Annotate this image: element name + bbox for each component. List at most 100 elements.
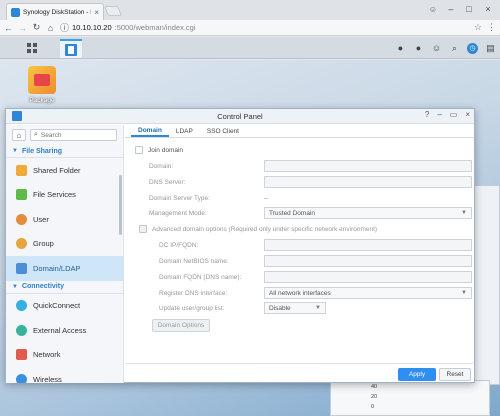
globe-icon [16,324,27,336]
search-input[interactable] [40,131,101,139]
desktop-icon-label: Package [29,97,55,104]
home-button[interactable]: ⌂ [12,129,26,141]
user-profile-icon[interactable]: ☺ [424,1,442,17]
sidebar-section-label: File Sharing [21,147,63,155]
back-icon[interactable]: ← [4,23,13,33]
control-panel-window: Control Panel ? – ▭ × ⌂ ⌕ ▼ File Sharing… [5,108,475,383]
fqdn-row: Domain FQDN (DNS name): [125,270,474,284]
chevron-down-icon: ▼ [461,210,467,216]
sidebar-item-shared-folder[interactable]: Shared Folder [6,158,123,183]
reload-icon[interactable]: ↻ [32,22,41,33]
fqdn-label: Domain FQDN (DNS name): [159,273,242,281]
window-title: Control Panel [217,111,263,121]
update-list-label: Update user/group list: [159,304,225,312]
close-icon[interactable]: × [465,110,470,119]
chevron-down-icon: ▼ [12,283,18,290]
sidebar-scrollbar[interactable] [119,175,122,235]
sidebar-item-domain-ldap[interactable]: Domain/LDAP [6,256,123,281]
sidebar-item-user[interactable]: User [6,207,123,232]
server-type-label: Domain Server Type: [149,194,210,202]
package-center-shortcut[interactable]: Package [22,66,62,104]
control-panel-icon [12,111,22,121]
dc-ip-label: DC IP/FQDN: [159,241,199,249]
user-icon[interactable]: ☺ [431,43,442,54]
page-info-icon[interactable]: ⓘ [60,21,69,34]
browser-menu-icon[interactable]: ⋮ [487,22,496,33]
widgets-icon[interactable]: ◷ [467,42,478,54]
netbios-input[interactable] [264,255,472,267]
management-mode-select[interactable]: Trusted Domain ▼ [264,207,472,219]
server-type-value: -- [264,194,269,202]
search-icon[interactable]: ⌕ [449,43,460,54]
apply-button[interactable]: Apply [398,368,436,381]
join-domain-label: Join domain [148,146,184,154]
new-tab-button[interactable] [104,6,122,16]
sidebar-item-label: User [33,214,49,224]
sidebar-item-label: Group [33,239,54,249]
url-field[interactable]: ⓘ 10.10.10.20:5000/webman/index.cgi [60,22,469,34]
home-icon: ⌂ [16,130,22,140]
tab-ldap[interactable]: LDAP [169,125,200,137]
chat-icon[interactable]: ● [395,43,406,54]
main-menu-button[interactable] [22,40,42,56]
control-panel-icon [65,43,77,56]
sidebar-item-external-access[interactable]: External Access [6,318,123,343]
advanced-options-row: Advanced domain options (Required only u… [139,222,488,236]
options-icon[interactable]: ▤ [485,43,496,54]
dns-server-input[interactable] [264,176,472,188]
chevron-down-icon: ▼ [12,148,18,154]
maximize-icon[interactable]: □ [460,1,478,17]
management-mode-value: Trusted Domain [269,209,315,217]
join-domain-checkbox[interactable] [135,146,143,154]
domain-input[interactable] [264,160,472,172]
bookmark-star-icon[interactable]: ☆ [474,22,482,33]
netbios-label: Domain NetBIOS name: [159,257,229,265]
dns-server-label: DNS Server: [149,178,186,186]
group-icon [16,238,27,250]
minimize-icon[interactable]: – [437,110,441,119]
sidebar-section-connectivity[interactable]: ▼ Connectivity [6,281,123,294]
domain-options-button[interactable]: Domain Options [152,319,210,332]
update-list-row: Update user/group list: Disable ▼ [125,301,474,315]
widget-axis-label: 40 [371,384,378,390]
sidebar-item-label: QuickConnect [33,301,81,311]
fqdn-input[interactable] [264,271,472,283]
maximize-icon[interactable]: ▭ [450,110,458,119]
sidebar-section-label: Connectivity [21,283,64,290]
register-dns-select[interactable]: All network interfaces ▼ [264,287,472,299]
update-list-value: Disable [269,304,291,312]
advanced-options-checkbox[interactable] [139,225,147,233]
dsm-taskbar: ● ● ☺ ⌕ ◷ ▤ [0,37,500,59]
close-window-icon[interactable]: × [478,1,498,17]
browser-tab[interactable]: Synology DiskStation - DS × [6,3,104,20]
system-tray: ● ● ☺ ⌕ ◷ ▤ [395,40,496,56]
window-titlebar[interactable]: Control Panel ? – ▭ × [6,109,474,124]
update-list-select[interactable]: Disable ▼ [264,302,326,314]
help-icon[interactable]: ? [425,110,429,119]
management-mode-row: Management Mode: Trusted Domain ▼ [125,206,474,220]
sidebar-item-wireless[interactable]: Wireless [6,367,123,383]
tab-sso-client[interactable]: SSO Client [200,125,246,137]
sidebar-item-file-services[interactable]: File Services [6,183,123,208]
package-center-icon [28,66,56,94]
sidebar-item-network[interactable]: Network [6,343,123,368]
search-box[interactable]: ⌕ [30,129,117,141]
control-panel-taskbar-button[interactable] [60,39,82,58]
dc-ip-input[interactable] [264,239,472,251]
forward-icon[interactable]: → [18,23,27,33]
sidebar-item-quickconnect[interactable]: QuickConnect [6,294,123,319]
synology-favicon-icon [11,7,20,17]
minimize-icon[interactable]: – [442,1,460,17]
home-icon[interactable]: ⌂ [46,23,55,33]
reset-button[interactable]: Reset [439,368,471,381]
tab-close-icon[interactable]: × [94,8,99,17]
sidebar-section-file-sharing[interactable]: ▼ File Sharing [6,145,123,158]
tab-domain[interactable]: Domain [131,125,169,137]
widget-axis-label: 20 [371,394,378,400]
management-mode-label: Management Mode: [149,209,207,217]
browser-tabstrip: Synology DiskStation - DS × ☺ – □ × [0,0,500,20]
sidebar-item-label: Domain/LDAP [33,263,81,273]
tab-bar: Domain LDAP SSO Client [125,125,474,138]
sidebar-item-group[interactable]: Group [6,232,123,257]
notification-icon[interactable]: ● [413,43,424,54]
